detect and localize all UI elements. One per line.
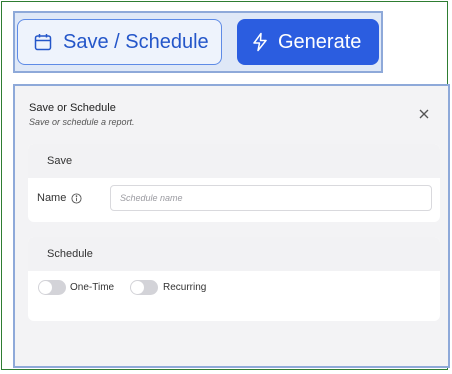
generate-button[interactable]: Generate: [237, 19, 379, 65]
save-schedule-label: Save / Schedule: [63, 30, 209, 53]
save-schedule-button[interactable]: Save / Schedule: [17, 19, 222, 65]
schedule-section: Schedule One-Time Recurring: [28, 237, 440, 321]
dialog-subtitle: Save or schedule a report.: [29, 117, 135, 127]
info-icon[interactable]: [71, 192, 82, 204]
recurring-toggle[interactable]: [130, 280, 158, 295]
generate-label: Generate: [278, 30, 362, 53]
name-label-group: Name: [37, 192, 82, 204]
one-time-label: One-Time: [70, 282, 115, 293]
calendar-icon: [33, 32, 53, 52]
schedule-name-input[interactable]: [110, 185, 432, 211]
name-label: Name: [37, 192, 67, 204]
schedule-section-header: Schedule: [28, 237, 440, 271]
dialog-title: Save or Schedule: [29, 102, 116, 114]
one-time-toggle[interactable]: [38, 280, 66, 295]
close-icon[interactable]: [417, 107, 431, 121]
lightning-icon: [251, 32, 269, 52]
recurring-toggle-knob: [131, 281, 144, 294]
save-section-header: Save: [28, 144, 440, 178]
save-section: Save Name: [28, 144, 440, 222]
one-time-toggle-knob: [39, 281, 52, 294]
recurring-label: Recurring: [163, 282, 207, 293]
